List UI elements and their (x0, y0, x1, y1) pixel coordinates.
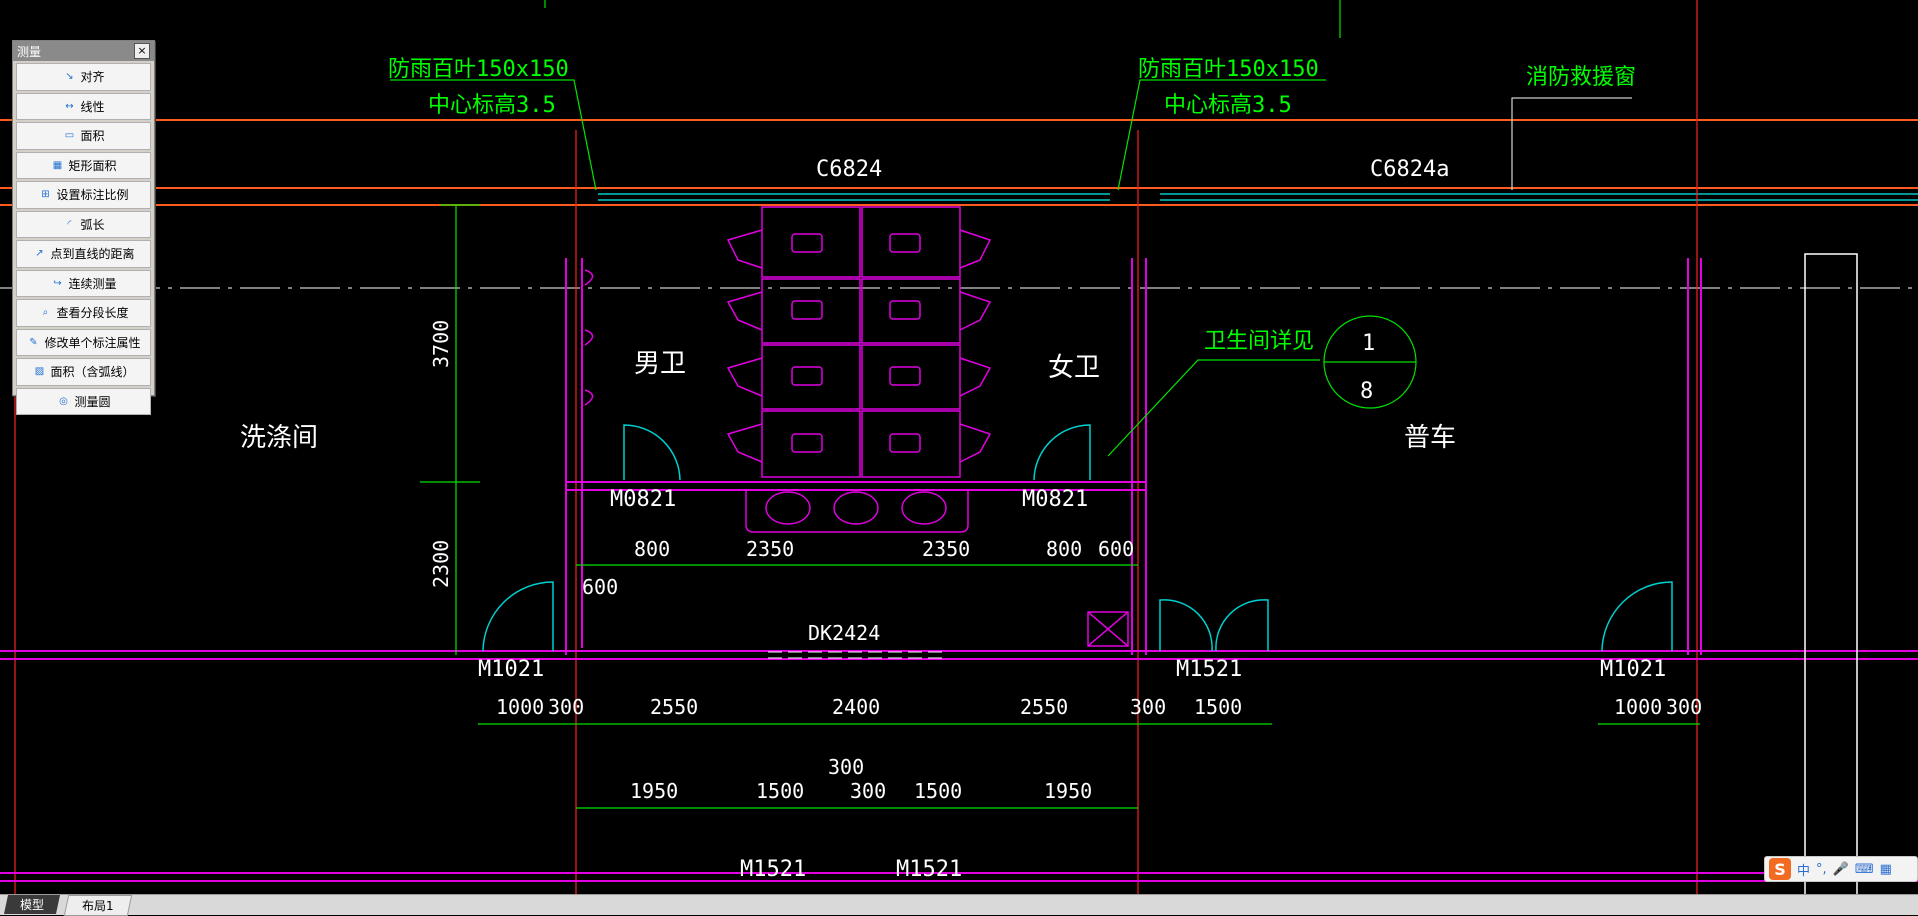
edit-dim-icon: ✎ (29, 336, 38, 348)
linear-icon: ↔ (65, 100, 74, 112)
elevation-label-left: 中心标高3.5 (428, 93, 556, 118)
dim-text: 1950 (630, 779, 678, 803)
dim-text: 800 (1046, 537, 1082, 561)
ime-toolbar: S 中 °, 🎤 ⌨ ▦ (1764, 856, 1918, 882)
measure-palette: 测量 × ↘ 对齐 ↔ 线性 ▭ 面积 ▦ 矩形面积 ⊞ 设置标注比例 ◜ 弧长 ↗ 点到直线… (12, 40, 155, 415)
dim-text-2300: 2300 (429, 540, 453, 588)
detail-number: 1 (1362, 331, 1375, 356)
dim-text: 800 (634, 537, 670, 561)
tool-rect-area-button[interactable]: ▦ 矩形面积 (16, 151, 151, 179)
door-label: M1521 (740, 857, 806, 882)
keyboard-icon[interactable]: ⌨ (1855, 862, 1874, 877)
ime-lang-toggle[interactable]: 中 (1797, 860, 1810, 879)
arc-icon: ◜ (67, 218, 72, 230)
dim-text: 1000 (1614, 695, 1662, 719)
measure-palette-titlebar[interactable]: 测量 × (13, 41, 154, 61)
room-label-laundry: 洗涤间 (240, 423, 318, 453)
grid-icon[interactable]: ▦ (1880, 862, 1892, 877)
tab-layout1[interactable]: 布局1 (63, 895, 133, 916)
dim-text: 2550 (650, 695, 698, 719)
tool-arc-area-button[interactable]: ▨ 面积（含弧线） (16, 358, 151, 386)
door-label: M1521 (896, 857, 962, 882)
dim-text: 300 (828, 755, 864, 779)
tool-continuous-button[interactable]: ↪ 连续测量 (16, 269, 151, 297)
louver-label-right: 防雨百叶150x150 (1138, 57, 1319, 82)
arc-area-icon: ▨ (34, 366, 45, 378)
dim-text: 300 (548, 695, 584, 719)
door-label: M0821 (1022, 487, 1088, 512)
tab-model[interactable]: 模型 (3, 895, 61, 914)
dim-text: 2350 (922, 537, 970, 561)
microphone-icon[interactable]: 🎤 (1833, 862, 1849, 877)
point-line-icon: ↗ (35, 248, 44, 260)
louver-label-left: 防雨百叶150x150 (388, 57, 569, 82)
scale-icon: ⊞ (41, 189, 50, 201)
tool-align-button[interactable]: ↘ 对齐 (16, 63, 151, 91)
dim-text: 300 (850, 779, 886, 803)
dim-text: 1950 (1044, 779, 1092, 803)
room-label-female-toilet: 女卫 (1048, 353, 1100, 383)
align-icon: ↘ (65, 71, 74, 83)
dim-text: 1000 (496, 695, 544, 719)
circle-icon: ◎ (59, 395, 68, 407)
tool-edit-dim-button[interactable]: ✎ 修改单个标注属性 (16, 328, 151, 356)
measure-tool-list: ↘ 对齐 ↔ 线性 ▭ 面积 ▦ 矩形面积 ⊞ 设置标注比例 ◜ 弧长 ↗ 点到直线的距离 ↪… (13, 61, 154, 419)
room-label-male-toilet: 男卫 (634, 349, 686, 379)
tool-point-line-button[interactable]: ↗ 点到直线的距离 (16, 240, 151, 268)
door-label: M0821 (610, 487, 676, 512)
detail-sheet: 8 (1360, 379, 1373, 404)
dim-text: 600 (1098, 537, 1134, 561)
close-icon[interactable]: × (134, 43, 150, 59)
dim-text: 1500 (1194, 695, 1242, 719)
dim-text: 2550 (1020, 695, 1068, 719)
dim-text: 2400 (832, 695, 880, 719)
sogou-logo-icon[interactable]: S (1769, 858, 1791, 880)
dim-text: 2350 (746, 537, 794, 561)
dim-text-3700: 3700 (429, 320, 453, 368)
tool-area-button[interactable]: ▭ 面积 (16, 122, 151, 150)
dim-text: 1500 (914, 779, 962, 803)
fire-window-label: 消防救援窗 (1526, 65, 1636, 90)
dim-text: 300 (1130, 695, 1166, 719)
segment-icon: ⌕ (42, 307, 49, 319)
elevation-label-right: 中心标高3.5 (1164, 93, 1292, 118)
tool-arc-length-button[interactable]: ◜ 弧长 (16, 210, 151, 238)
dim-text: 600 (582, 575, 618, 599)
door-label: M1521 (1176, 657, 1242, 682)
window-label-c6824: C6824 (816, 157, 882, 182)
rect-area-icon: ▦ (52, 159, 63, 171)
dim-text: 1500 (756, 779, 804, 803)
dim-text: 300 (1666, 695, 1702, 719)
window-label-c6824a: C6824a (1370, 157, 1449, 182)
door-label: M1021 (1600, 657, 1666, 682)
door-label: M1021 (478, 657, 544, 682)
detail-note-label: 卫生间详见 (1204, 329, 1314, 354)
opening-label: DK2424 (808, 621, 880, 645)
tool-scale-button[interactable]: ⊞ 设置标注比例 (16, 181, 151, 209)
cad-drawing-canvas[interactable]: 防雨百叶150x150 中心标高3.5 防雨百叶150x150 中心标高3.5 … (0, 0, 1918, 894)
area-icon: ▭ (64, 130, 75, 142)
room-label-general: 普车 (1404, 423, 1456, 453)
tool-circle-button[interactable]: ◎ 测量圆 (16, 387, 151, 415)
ime-punct-toggle[interactable]: °, (1816, 862, 1827, 877)
measure-palette-title: 测量 (17, 44, 42, 59)
layout-tab-bar: 模型 布局1 (0, 894, 1918, 916)
continuous-icon: ↪ (53, 277, 62, 289)
tool-segment-button[interactable]: ⌕ 查看分段长度 (16, 299, 151, 327)
tool-linear-button[interactable]: ↔ 线性 (16, 92, 151, 120)
